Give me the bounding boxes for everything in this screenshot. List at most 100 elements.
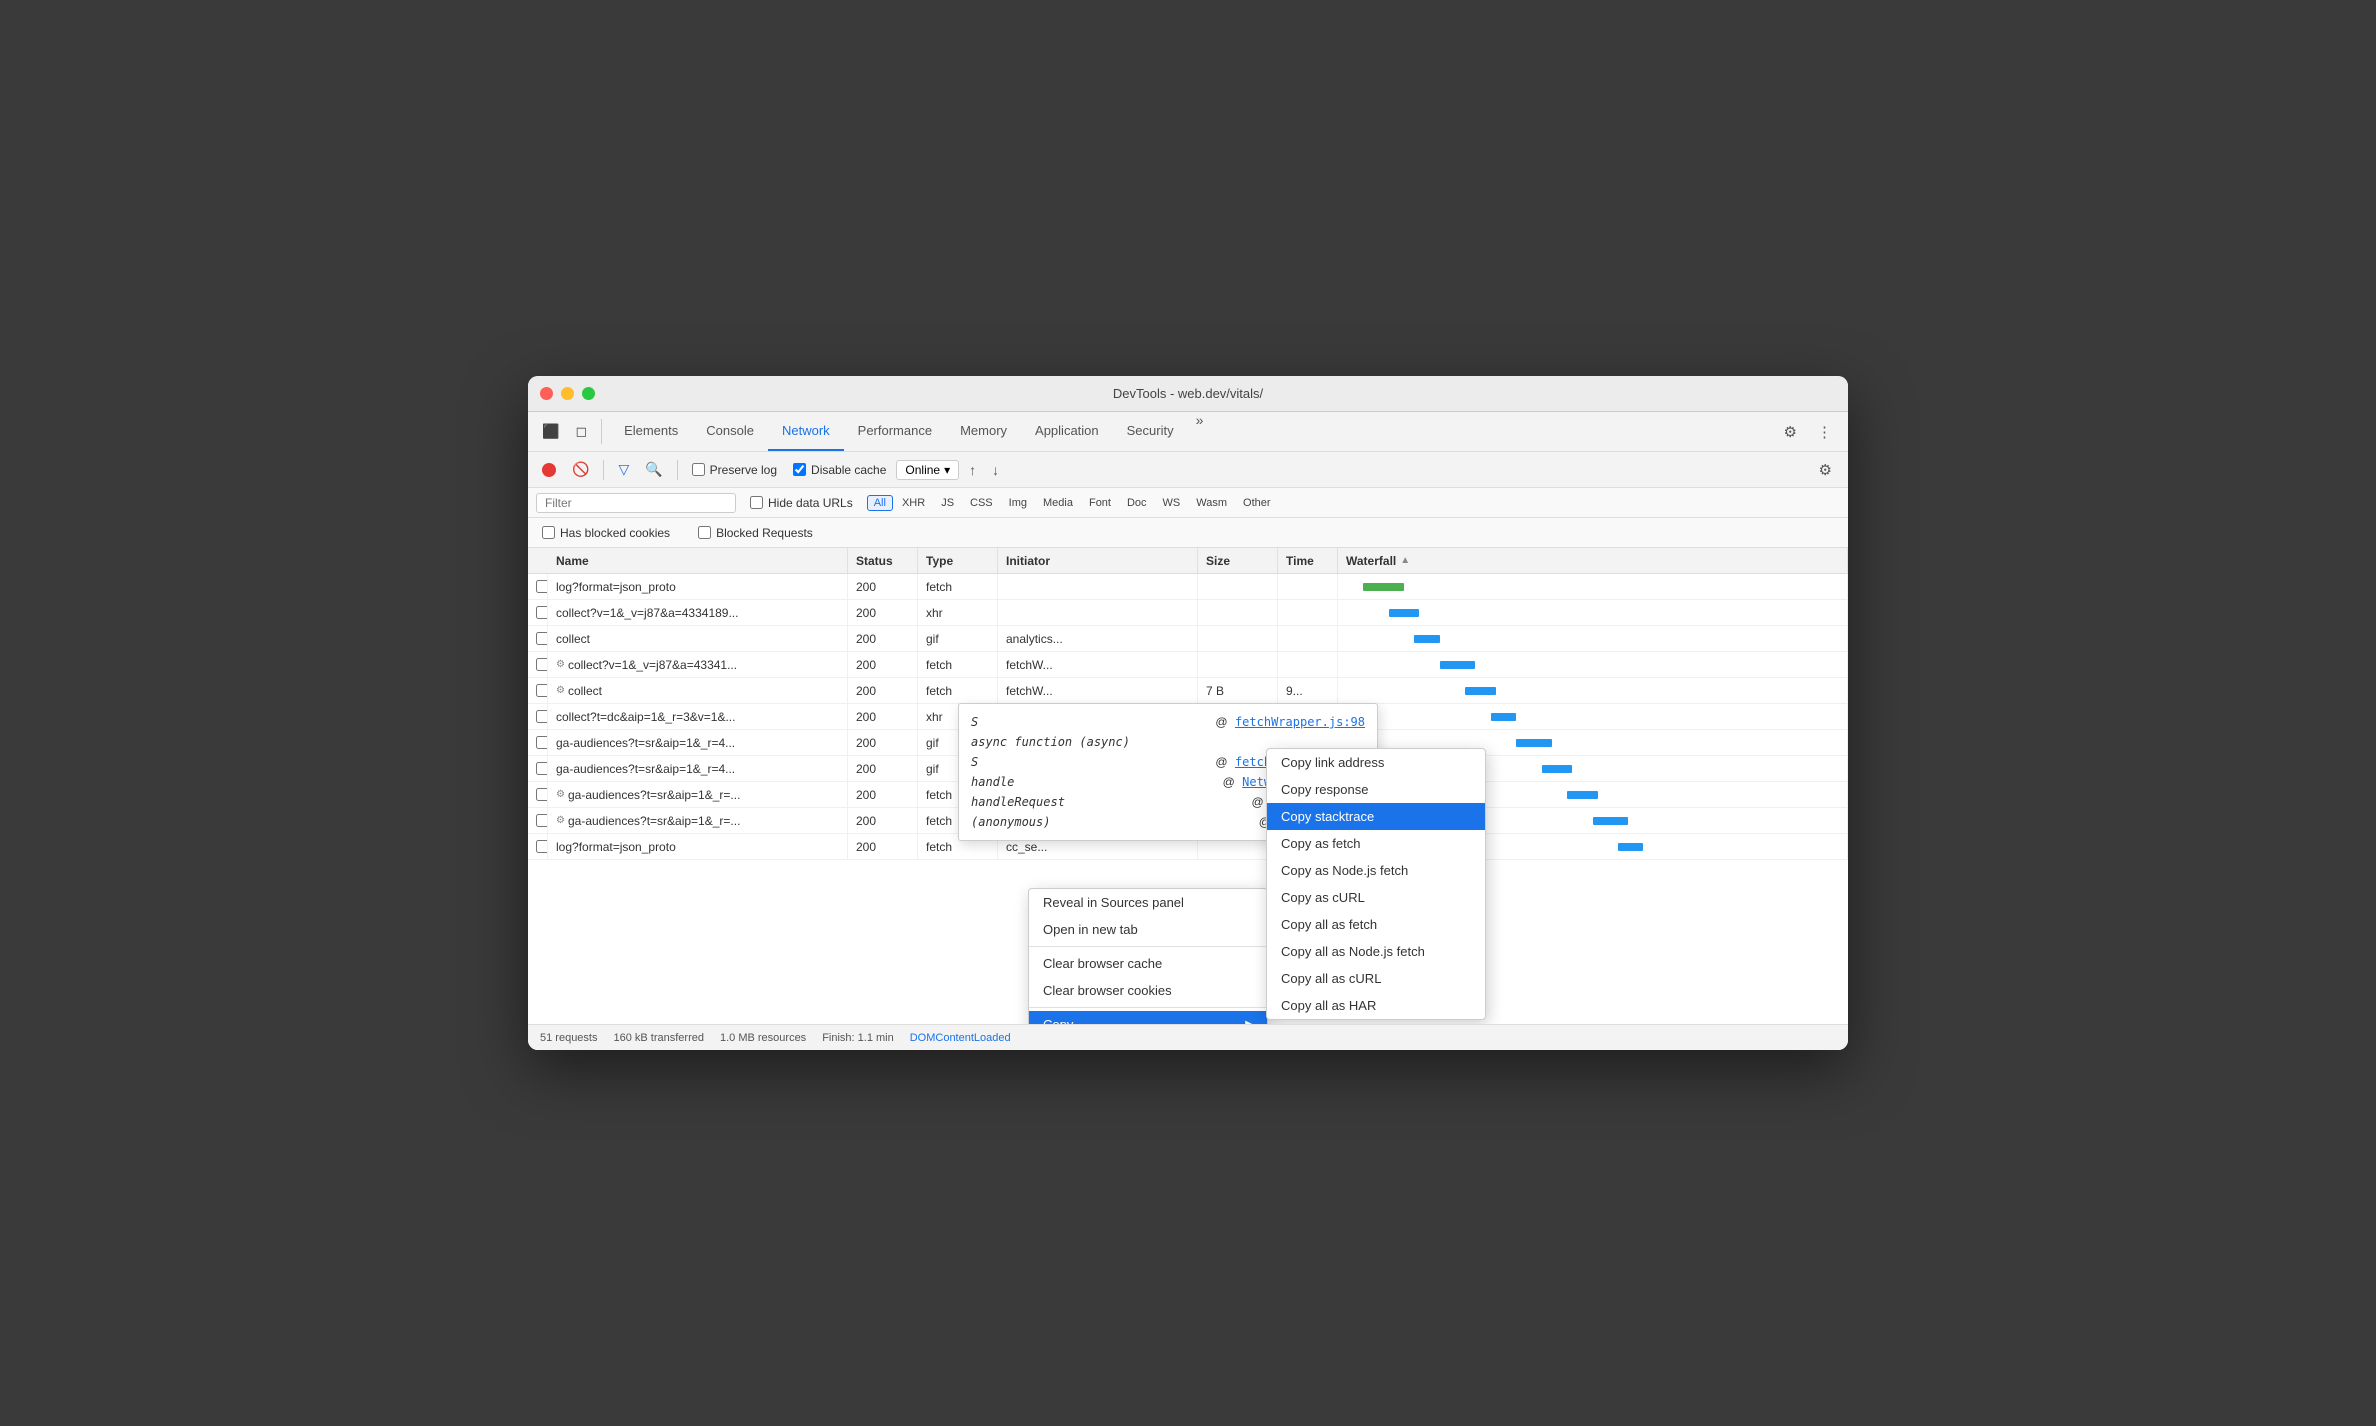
row-checkbox-0[interactable] — [528, 574, 548, 599]
row-checkbox-4[interactable] — [528, 678, 548, 703]
filter-xhr-btn[interactable]: XHR — [895, 495, 932, 511]
row-checkbox-9[interactable] — [528, 808, 548, 833]
row-time-4: 9... — [1278, 678, 1338, 703]
row-initiator-0 — [998, 574, 1198, 599]
tab-memory[interactable]: Memory — [946, 412, 1021, 451]
record-button[interactable] — [536, 460, 562, 480]
sm-copy-all-nodejs[interactable]: Copy all as Node.js fetch — [1267, 938, 1485, 965]
tab-security[interactable]: Security — [1113, 412, 1188, 451]
cm-reveal-sources[interactable]: Reveal in Sources panel — [1029, 889, 1267, 916]
import-button[interactable]: ↑ — [963, 459, 982, 481]
sm-copy-all-curl[interactable]: Copy all as cURL — [1267, 965, 1485, 992]
row-checkbox-8[interactable] — [528, 782, 548, 807]
tab-bar: ⬛ ◻ Elements Console Network Performance… — [528, 412, 1848, 452]
dom-content-loaded-link[interactable]: DOMContentLoaded — [910, 1032, 1011, 1044]
tab-network[interactable]: Network — [768, 412, 844, 451]
hide-data-urls-checkbox[interactable]: Hide data URLs — [744, 494, 859, 512]
sm-copy-curl[interactable]: Copy as cURL — [1267, 884, 1485, 911]
clear-button[interactable]: 🚫 — [566, 458, 595, 481]
maximize-button[interactable] — [582, 387, 595, 400]
settings-gear-button[interactable]: ⚙ — [1811, 457, 1840, 483]
cm-sep-2 — [1029, 1007, 1267, 1008]
row-checkbox-1[interactable] — [528, 600, 548, 625]
blocked-requests-checkbox[interactable]: Blocked Requests — [692, 524, 819, 542]
disable-cache-checkbox[interactable]: Disable cache — [787, 461, 892, 479]
header-status[interactable]: Status — [848, 548, 918, 573]
sm-copy-response[interactable]: Copy response — [1267, 776, 1485, 803]
row-checkbox-2[interactable] — [528, 626, 548, 651]
blocked-requests-input[interactable] — [698, 526, 711, 539]
table-row[interactable]: log?format=json_proto 200 fetch — [528, 574, 1848, 600]
sm-copy-stacktrace[interactable]: Copy stacktrace — [1267, 803, 1485, 830]
disable-cache-input[interactable] — [793, 463, 806, 476]
cm-clear-cache[interactable]: Clear browser cache — [1029, 950, 1267, 977]
cm-clear-cookies[interactable]: Clear browser cookies — [1029, 977, 1267, 1004]
filter-doc-btn[interactable]: Doc — [1120, 495, 1154, 511]
cs-link-0[interactable]: fetchWrapper.js:98 — [1235, 715, 1365, 729]
header-name[interactable]: Name — [548, 548, 848, 573]
preserve-log-checkbox[interactable]: Preserve log — [686, 461, 783, 479]
sm-copy-link[interactable]: Copy link address — [1267, 749, 1485, 776]
filter-input[interactable] — [536, 493, 736, 513]
requests-count: 51 requests — [540, 1032, 597, 1044]
table-row[interactable]: collect?v=1&_v=j87&a=4334189... 200 xhr — [528, 600, 1848, 626]
device-icon[interactable]: ◻ — [569, 419, 593, 444]
tab-performance[interactable]: Performance — [844, 412, 946, 451]
cursor-icon[interactable]: ⬛ — [536, 419, 565, 444]
row-checkbox-5[interactable] — [528, 704, 548, 729]
filter-all-btn[interactable]: All — [867, 495, 893, 511]
sm-copy-nodejs-fetch[interactable]: Copy as Node.js fetch — [1267, 857, 1485, 884]
filter-img-btn[interactable]: Img — [1002, 495, 1034, 511]
row-checkbox-10[interactable] — [528, 834, 548, 859]
has-blocked-cookies-checkbox[interactable]: Has blocked cookies — [536, 524, 676, 542]
row-size-4: 7 B — [1198, 678, 1278, 703]
sm-copy-all-har[interactable]: Copy all as HAR — [1267, 992, 1485, 1019]
tab-elements[interactable]: Elements — [610, 412, 692, 451]
filter-other-btn[interactable]: Other — [1236, 495, 1278, 511]
row-waterfall-5 — [1338, 704, 1848, 729]
filter-wasm-btn[interactable]: Wasm — [1189, 495, 1234, 511]
row-status-7: 200 — [848, 756, 918, 781]
filter-font-btn[interactable]: Font — [1082, 495, 1118, 511]
header-time[interactable]: Time — [1278, 548, 1338, 573]
settings-icon[interactable]: ⚙ — [1776, 419, 1805, 445]
close-button[interactable] — [540, 387, 553, 400]
sm-copy-all-fetch[interactable]: Copy all as fetch — [1267, 911, 1485, 938]
preserve-log-input[interactable] — [692, 463, 705, 476]
sm-copy-fetch[interactable]: Copy as fetch — [1267, 830, 1485, 857]
filter-button[interactable]: ▽ — [612, 458, 635, 481]
tab-application[interactable]: Application — [1021, 412, 1113, 451]
row-checkbox-7[interactable] — [528, 756, 548, 781]
throttle-select[interactable]: Online ▾ — [896, 460, 959, 480]
filter-css-btn[interactable]: CSS — [963, 495, 1000, 511]
search-button[interactable]: 🔍 — [639, 458, 668, 481]
hide-data-urls-input[interactable] — [750, 496, 763, 509]
cm-copy[interactable]: Copy ▶ — [1029, 1011, 1267, 1024]
row-name-0: log?format=json_proto — [548, 574, 848, 599]
has-blocked-cookies-input[interactable] — [542, 526, 555, 539]
minimize-button[interactable] — [561, 387, 574, 400]
row-status-1: 200 — [848, 600, 918, 625]
table-row[interactable]: ⚙ collect 200 fetch fetchW... 7 B 9... — [528, 678, 1848, 704]
filter-js-btn[interactable]: JS — [934, 495, 961, 511]
header-size[interactable]: Size — [1198, 548, 1278, 573]
cs-func-5: (anonymous) — [971, 815, 1050, 829]
row-checkbox-6[interactable] — [528, 730, 548, 755]
table-row[interactable]: collect 200 gif analytics... — [528, 626, 1848, 652]
row-checkbox-3[interactable] — [528, 652, 548, 677]
more-options-icon[interactable]: ⋮ — [1809, 419, 1840, 445]
tab-console[interactable]: Console — [692, 412, 768, 451]
row-type-1: xhr — [918, 600, 998, 625]
row-time-3 — [1278, 652, 1338, 677]
header-type[interactable]: Type — [918, 548, 998, 573]
row-time-0 — [1278, 574, 1338, 599]
filter-ws-btn[interactable]: WS — [1156, 495, 1188, 511]
export-button[interactable]: ↓ — [986, 459, 1005, 481]
filter-media-btn[interactable]: Media — [1036, 495, 1080, 511]
cm-open-new-tab[interactable]: Open in new tab — [1029, 916, 1267, 943]
more-tabs-button[interactable]: » — [1188, 412, 1212, 451]
table-row[interactable]: ⚙ collect?v=1&_v=j87&a=43341... 200 fetc… — [528, 652, 1848, 678]
separator-2 — [677, 460, 678, 480]
header-waterfall[interactable]: Waterfall ▲ — [1338, 548, 1848, 573]
header-initiator[interactable]: Initiator — [998, 548, 1198, 573]
